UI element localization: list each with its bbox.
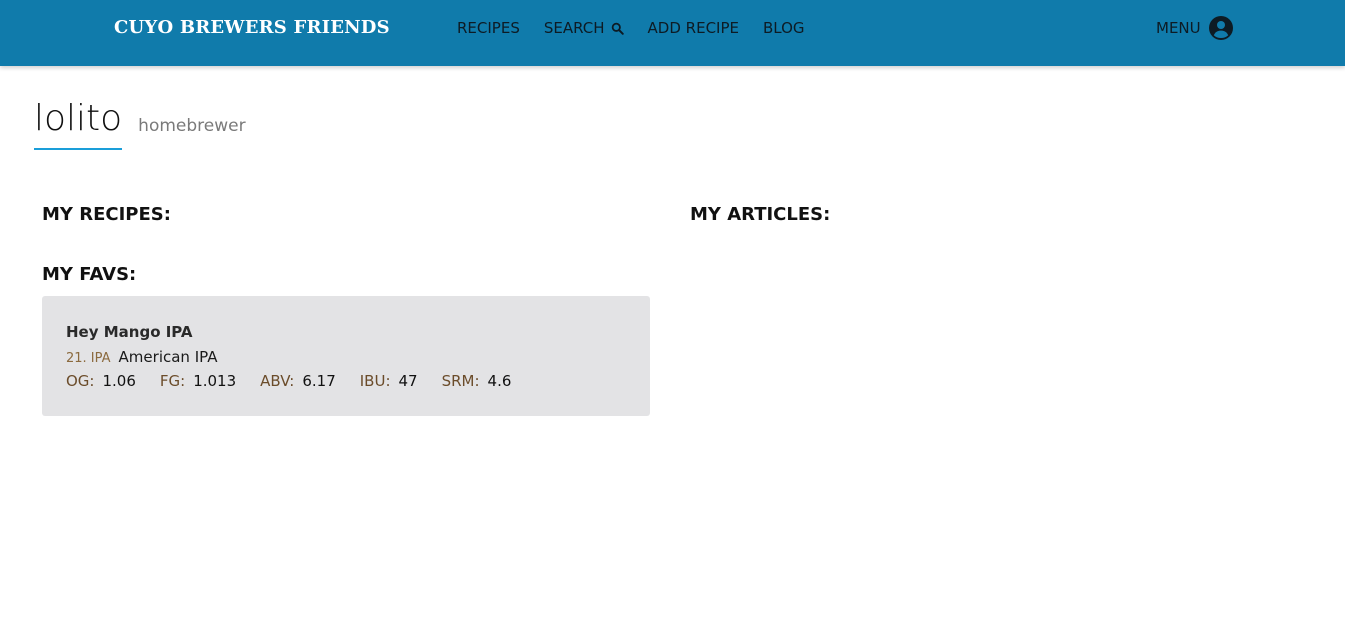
brand-logo-link[interactable]: CUYO BREWERS FRIENDS [114,17,390,38]
style-code: 21. IPA [66,351,111,366]
nav-blog-link[interactable]: BLOG [763,19,805,37]
nav-links: RECIPES SEARCH ADD RECIPE BLOG [457,19,829,37]
top-navbar: CUYO BREWERS FRIENDS RECIPES SEARCH ADD … [0,0,1345,66]
fav-recipe-style: 21. IPA American IPA [66,348,217,366]
stat-ibu-value: 47 [398,372,418,390]
menu-label: MENU [1156,19,1201,37]
nav-blog-label: BLOG [763,19,805,37]
stat-og-label: OG: [66,372,95,390]
stat-ibu-label: IBU: [359,372,391,390]
fav-recipe-card[interactable]: Hey Mango IPA 21. IPA American IPA OG: 1.… [42,296,650,416]
fav-recipe-stats: OG: 1.06 FG: 1.013 ABV: 6.17 IBU: 47 SRM: 4.6 [66,372,535,390]
stat-srm-label: SRM: [441,372,480,390]
nav-search-label: SEARCH [543,19,605,37]
stat-og-value: 1.06 [102,372,136,390]
nav-recipes-label: RECIPES [457,19,520,37]
menu-button[interactable]: MENU [1156,16,1233,40]
stat-fg-label: FG: [159,372,186,390]
profile-role: homebrewer [138,116,246,136]
search-icon [611,22,624,35]
fav-recipe-name[interactable]: Hey Mango IPA [66,323,193,341]
username-underline: lolito [34,96,123,150]
stat-fg-value: 1.013 [193,372,237,390]
profile-username: lolito [34,98,123,139]
my-favs-heading: MY FAVS: [42,264,137,285]
profile-header: lolito homebrewer [34,96,246,150]
stat-srm-value: 4.6 [487,372,512,390]
nav-add-recipe-label: ADD RECIPE [647,19,739,37]
nav-recipes-link[interactable]: RECIPES [457,19,520,37]
my-recipes-heading: MY RECIPES: [42,204,171,225]
stat-og: OG: 1.06 [66,372,136,390]
style-name: American IPA [118,348,218,366]
stat-srm: SRM: 4.6 [442,372,512,390]
stat-abv: ABV: 6.17 [260,372,336,390]
stat-fg: FG: 1.013 [160,372,236,390]
account-circle-icon [1208,16,1233,40]
stat-abv-label: ABV: [260,372,295,390]
stat-ibu: IBU: 47 [360,372,418,390]
nav-search-link[interactable]: SEARCH [544,19,624,37]
my-articles-heading: MY ARTICLES: [690,204,831,225]
nav-add-recipe-link[interactable]: ADD RECIPE [648,19,739,37]
stat-abv-value: 6.17 [302,372,336,390]
